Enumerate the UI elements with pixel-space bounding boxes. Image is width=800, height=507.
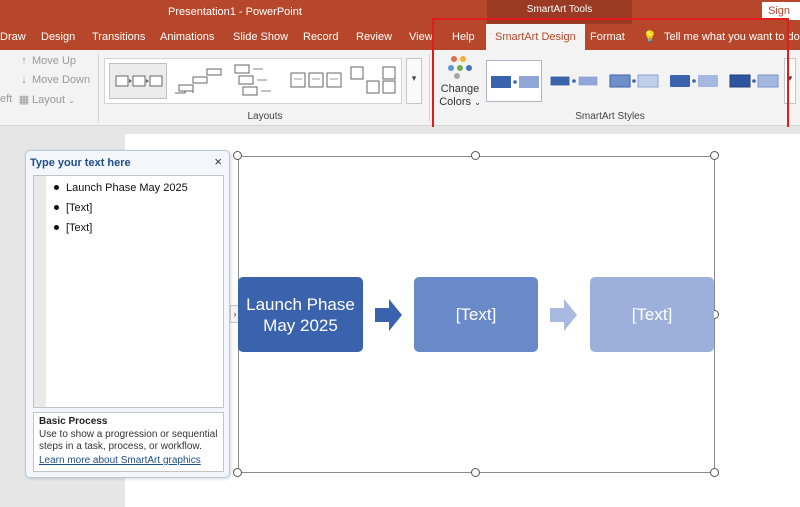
accent-process-thumbnail-icon [290, 72, 342, 88]
layout-alternating-flow[interactable] [345, 63, 403, 99]
tab-slide-show[interactable]: Slide Show [233, 24, 288, 50]
layout-accent-process[interactable] [287, 63, 345, 99]
down-arrow-icon: ↓ [21, 74, 27, 86]
tab-record[interactable]: Record [303, 24, 338, 50]
window-title: Presentation1 - PowerPoint [168, 6, 302, 18]
learn-more-link[interactable]: Learn more about SmartArt graphics [39, 455, 218, 466]
resize-handle-top[interactable] [471, 151, 480, 160]
basic-process-thumbnail-icon [115, 75, 163, 87]
right-to-left-button[interactable]: eft [0, 93, 12, 105]
move-down-button[interactable]: ↓ Move Down [18, 74, 90, 86]
resize-handle-top-left[interactable] [233, 151, 242, 160]
step-up-process-thumbnail-icon [175, 68, 222, 94]
layouts-gallery [104, 58, 402, 104]
process-step-1[interactable]: Launch Phase May 2025 [238, 277, 363, 352]
layout-dropdown[interactable]: ▦ Layout ⌄ [18, 93, 75, 106]
resize-handle-bottom[interactable] [471, 468, 480, 477]
layout-icon: ▦ [18, 94, 30, 106]
close-icon[interactable]: × [214, 154, 222, 169]
layout-step-up-process[interactable] [171, 63, 229, 99]
process-list-thumbnail-icon [234, 64, 271, 96]
bullet-icon [54, 184, 59, 190]
text-pane-editor[interactable]: Launch Phase May 2025 [Text] [Text] [33, 175, 224, 408]
bullet-icon [54, 224, 59, 230]
text-pane-bullet-2[interactable]: [Text] [54, 202, 92, 214]
tab-design[interactable]: Design [41, 24, 75, 50]
highlight-annotation-box [432, 18, 789, 134]
tab-review[interactable]: Review [356, 24, 392, 50]
tab-draw[interactable]: Draw [0, 24, 26, 50]
text-pane-bullet-1[interactable]: Launch Phase May 2025 [54, 182, 188, 194]
tab-transitions[interactable]: Transitions [92, 24, 145, 50]
text-pane-bullet-3[interactable]: [Text] [54, 222, 92, 234]
tab-view[interactable]: View [409, 24, 433, 50]
layouts-group-label: Layouts [247, 111, 283, 122]
tab-animations[interactable]: Animations [160, 24, 214, 50]
layout-basic-process[interactable] [109, 63, 167, 99]
move-up-button[interactable]: ↑ Move Up [18, 55, 76, 67]
process-arrow-icon [550, 299, 577, 331]
alternating-flow-thumbnail-icon [350, 66, 396, 94]
layout-process-list[interactable] [229, 63, 287, 99]
bullet-icon [54, 204, 59, 210]
group-divider [98, 54, 99, 122]
resize-handle-bottom-right[interactable] [710, 468, 719, 477]
process-arrow-icon [375, 299, 402, 331]
layouts-gallery-more-button[interactable]: ▾ [406, 58, 422, 104]
resize-handle-top-right[interactable] [710, 151, 719, 160]
text-pane-gutter [34, 176, 46, 407]
up-arrow-icon: ↑ [21, 55, 27, 67]
layout-description-title: Basic Process [39, 416, 108, 427]
text-pane-title: Type your text here [30, 157, 131, 169]
more-arrow-icon: ▾ [411, 73, 417, 83]
group-divider [429, 54, 430, 122]
layout-description: Basic Process Use to show a progression … [33, 412, 224, 472]
resize-handle-bottom-left[interactable] [233, 468, 242, 477]
process-step-3[interactable]: [Text] [590, 277, 714, 352]
process-step-2[interactable]: [Text] [414, 277, 538, 352]
smartart-text-pane: Type your text here × Launch Phase May 2… [25, 150, 230, 478]
layout-description-text: Use to show a progression or sequential … [39, 429, 218, 452]
